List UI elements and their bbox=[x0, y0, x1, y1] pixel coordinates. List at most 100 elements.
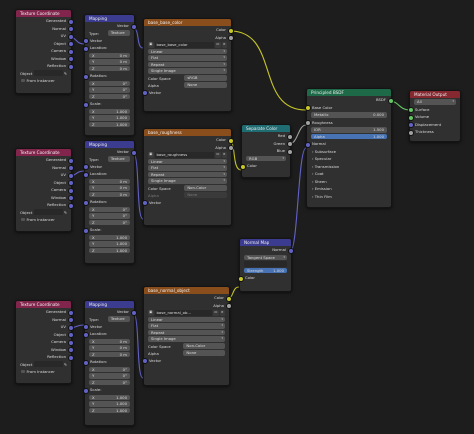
node-header[interactable]: Material Output bbox=[410, 91, 460, 98]
output-socket[interactable] bbox=[227, 35, 234, 42]
mapping-node-2[interactable]: Mapping Vector Type: Texture Vector Locat… bbox=[82, 140, 137, 264]
output-socket[interactable] bbox=[130, 149, 137, 156]
type-dropdown[interactable]: Texture bbox=[107, 316, 130, 322]
source-dropdown[interactable]: Single Image ▾ bbox=[148, 178, 227, 184]
object-picker[interactable] bbox=[34, 361, 63, 367]
object-picker[interactable] bbox=[34, 70, 63, 76]
alpha-slider[interactable]: Alpha 1.000 bbox=[311, 133, 387, 139]
input-socket[interactable] bbox=[407, 129, 414, 136]
material-output-node[interactable]: Material Output All ▾ Surface Volume Disp… bbox=[407, 90, 461, 142]
input-socket[interactable] bbox=[82, 199, 89, 206]
scale-y-field[interactable]: Y 1.000 bbox=[89, 401, 130, 407]
from-instancer-checkbox[interactable] bbox=[21, 78, 25, 83]
image-texture-node-normal[interactable]: base_normal_object Color Alpha ▣ base_nor… bbox=[141, 286, 232, 386]
panel-emission[interactable]: › Emission bbox=[307, 185, 391, 193]
input-socket[interactable] bbox=[82, 387, 89, 394]
alpha-mode-dropdown[interactable]: None bbox=[183, 350, 225, 356]
target-dropdown[interactable]: All ▾ bbox=[414, 99, 456, 105]
close-icon[interactable]: × bbox=[221, 42, 227, 48]
projection-dropdown[interactable]: Flat ▾ bbox=[148, 323, 225, 329]
node-header[interactable]: Texture Coordinate bbox=[16, 149, 71, 156]
object-picker[interactable] bbox=[34, 209, 63, 215]
input-socket[interactable] bbox=[304, 105, 311, 112]
image-name-field[interactable]: base_normal_ob... bbox=[154, 310, 212, 316]
node-header[interactable]: Mapping bbox=[85, 15, 134, 22]
close-icon[interactable]: × bbox=[221, 152, 227, 158]
output-socket[interactable] bbox=[287, 247, 294, 254]
scale-x-field[interactable]: X 1.000 bbox=[89, 234, 130, 240]
source-dropdown[interactable]: Single Image ▾ bbox=[148, 336, 225, 342]
input-socket[interactable] bbox=[82, 73, 89, 80]
input-socket[interactable] bbox=[82, 359, 89, 366]
input-socket[interactable] bbox=[237, 275, 244, 282]
eyedropper-icon[interactable]: ✎ bbox=[64, 362, 67, 367]
scale-z-field[interactable]: Z 1.000 bbox=[89, 407, 130, 413]
projection-dropdown[interactable]: Flat ▾ bbox=[148, 165, 227, 171]
input-socket[interactable] bbox=[82, 45, 89, 52]
strength-slider[interactable]: Strength 1.000 bbox=[244, 267, 287, 273]
location-z-field[interactable]: Z 0 m bbox=[89, 191, 130, 197]
output-socket[interactable] bbox=[67, 354, 74, 361]
from-instancer-checkbox[interactable] bbox=[21, 369, 25, 374]
output-socket[interactable] bbox=[130, 23, 137, 30]
node-header[interactable]: Texture Coordinate bbox=[16, 10, 71, 17]
extension-dropdown[interactable]: Repeat ▾ bbox=[148, 171, 227, 177]
color-space-dropdown[interactable]: Non-Color bbox=[183, 343, 225, 349]
scale-z-field[interactable]: Z 1.000 bbox=[89, 121, 130, 127]
location-y-field[interactable]: Y 0 m bbox=[89, 185, 130, 191]
folder-icon[interactable]: ▭ bbox=[215, 152, 221, 158]
scale-x-field[interactable]: X 1.000 bbox=[89, 108, 130, 114]
space-dropdown[interactable]: Tangent Space ▾ bbox=[244, 254, 287, 260]
node-header[interactable]: Separate Color bbox=[242, 125, 290, 132]
image-texture-node-base-color[interactable]: base_base_color Color Alpha ▣ base_base_c… bbox=[141, 18, 234, 112]
input-socket[interactable] bbox=[82, 227, 89, 234]
mapping-node-3[interactable]: Mapping Vector Type: Texture Vector Locat… bbox=[82, 300, 137, 426]
type-dropdown[interactable]: Texture bbox=[107, 30, 130, 36]
output-socket[interactable] bbox=[286, 148, 293, 155]
from-instancer-checkbox[interactable] bbox=[21, 217, 25, 222]
input-socket[interactable] bbox=[141, 358, 148, 365]
rotation-z-field[interactable]: Z 0° bbox=[89, 379, 130, 385]
scale-x-field[interactable]: X 1.000 bbox=[89, 394, 130, 400]
alpha-mode-dropdown[interactable]: None bbox=[184, 82, 227, 88]
panel-specular[interactable]: › Specular bbox=[307, 155, 391, 163]
location-y-field[interactable]: Y 0 m bbox=[89, 345, 130, 351]
rotation-y-field[interactable]: Y 0° bbox=[89, 87, 130, 93]
panel-sheen[interactable]: › Sheen bbox=[307, 178, 391, 186]
image-icon[interactable]: ▣ bbox=[148, 152, 154, 158]
eyedropper-icon[interactable]: ✎ bbox=[64, 210, 67, 215]
image-selector[interactable]: ▣ base_normal_ob... ▭ × bbox=[148, 310, 225, 316]
input-socket[interactable] bbox=[141, 200, 148, 207]
rotation-z-field[interactable]: Z 0° bbox=[89, 219, 130, 225]
node-header[interactable]: Normal Map bbox=[240, 239, 291, 246]
output-socket[interactable] bbox=[67, 63, 74, 70]
type-dropdown[interactable]: Texture bbox=[107, 156, 130, 162]
location-y-field[interactable]: Y 0 m bbox=[89, 59, 130, 65]
source-dropdown[interactable]: Single Image ▾ bbox=[148, 68, 227, 74]
normal-map-node[interactable]: Normal Map Normal Tangent Space ▾ Strengt… bbox=[237, 238, 294, 292]
node-header[interactable]: Principled BSDF bbox=[307, 89, 391, 96]
alpha-mode-dropdown[interactable]: None bbox=[184, 192, 227, 198]
panel-subsurface[interactable]: › Subsurface bbox=[307, 148, 391, 156]
interpolation-dropdown[interactable]: Linear ▾ bbox=[148, 316, 225, 322]
interpolation-dropdown[interactable]: Linear ▾ bbox=[148, 158, 227, 164]
projection-dropdown[interactable]: Flat ▾ bbox=[148, 55, 227, 61]
location-z-field[interactable]: Z 0 m bbox=[89, 351, 130, 357]
image-icon[interactable]: ▣ bbox=[148, 42, 154, 48]
output-socket[interactable] bbox=[227, 145, 234, 152]
node-header[interactable]: base_roughness bbox=[144, 129, 231, 136]
eyedropper-icon[interactable]: ✎ bbox=[64, 71, 67, 76]
principled-bsdf-node[interactable]: Principled BSDF BSDF Base Color Metallic… bbox=[304, 88, 394, 208]
interpolation-dropdown[interactable]: Linear ▾ bbox=[148, 48, 227, 54]
panel-thin-film[interactable]: › Thin Film bbox=[307, 193, 391, 201]
rotation-x-field[interactable]: X 0° bbox=[89, 206, 130, 212]
location-x-field[interactable]: X 0 m bbox=[89, 178, 130, 184]
output-socket[interactable] bbox=[130, 309, 137, 316]
rotation-y-field[interactable]: Y 0° bbox=[89, 373, 130, 379]
folder-icon[interactable]: ▭ bbox=[213, 310, 219, 316]
close-icon[interactable]: × bbox=[219, 310, 225, 316]
rotation-y-field[interactable]: Y 0° bbox=[89, 213, 130, 219]
folder-icon[interactable]: ▭ bbox=[215, 42, 221, 48]
separate-color-node[interactable]: Separate Color Red Green Blue RGB ▾ Color bbox=[239, 124, 293, 178]
location-x-field[interactable]: X 0 m bbox=[89, 52, 130, 58]
